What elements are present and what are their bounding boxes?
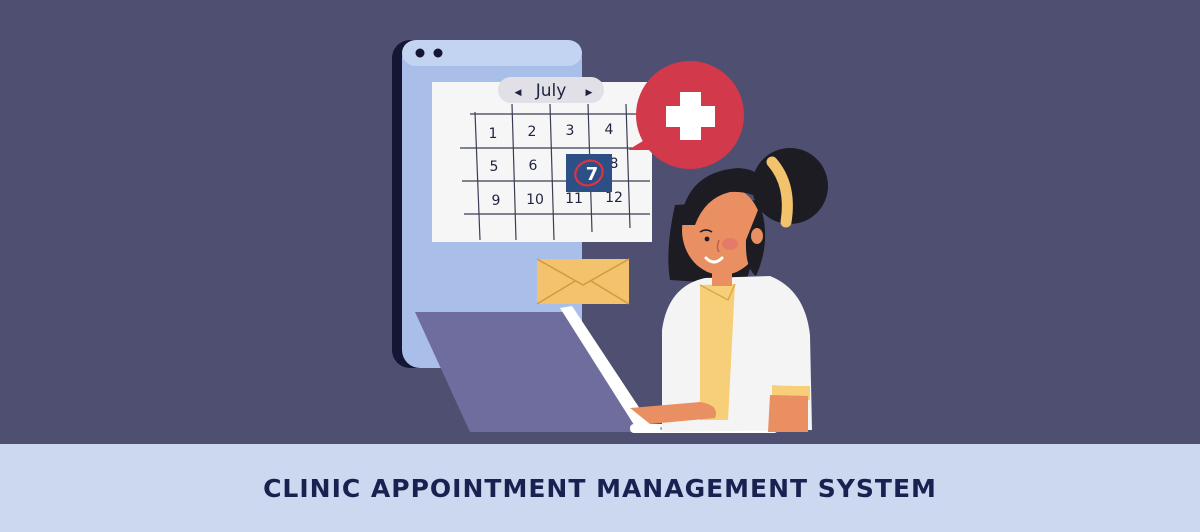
- day-cell[interactable]: 4: [605, 122, 614, 138]
- day-cell[interactable]: 10: [526, 192, 544, 208]
- month-label: July: [535, 81, 567, 101]
- day-cell[interactable]: 5: [490, 159, 499, 175]
- calendar-icon: ◀ July ▶ 1 2 3 4 5 6 8 9 10 11 12 7: [432, 77, 652, 242]
- sensor-dot: [433, 48, 443, 58]
- illustration: ◀ July ▶ 1 2 3 4 5 6 8 9 10 11 12 7: [392, 40, 828, 433]
- selected-day[interactable]: 7: [566, 154, 612, 192]
- page-title: CLINIC APPOINTMENT MANAGEMENT SYSTEM: [263, 473, 937, 503]
- day-cell[interactable]: 1: [489, 126, 498, 142]
- day-cell[interactable]: 9: [492, 193, 501, 209]
- eye: [704, 236, 710, 242]
- day-cell[interactable]: 2: [528, 124, 537, 140]
- envelope-icon: [536, 258, 630, 305]
- day-cell[interactable]: 6: [529, 158, 538, 174]
- next-month-arrow[interactable]: ▶: [586, 88, 593, 98]
- doctor-character: [630, 148, 828, 432]
- cheek-blush: [722, 238, 738, 250]
- prev-month-arrow[interactable]: ◀: [515, 88, 522, 98]
- selected-day-label: 7: [586, 164, 599, 185]
- camera-dot: [415, 48, 425, 58]
- day-cell[interactable]: 3: [566, 123, 575, 139]
- day-cell[interactable]: 11: [565, 191, 583, 207]
- day-cell[interactable]: 12: [605, 190, 623, 206]
- title-banner: CLINIC APPOINTMENT MANAGEMENT SYSTEM: [0, 444, 1200, 532]
